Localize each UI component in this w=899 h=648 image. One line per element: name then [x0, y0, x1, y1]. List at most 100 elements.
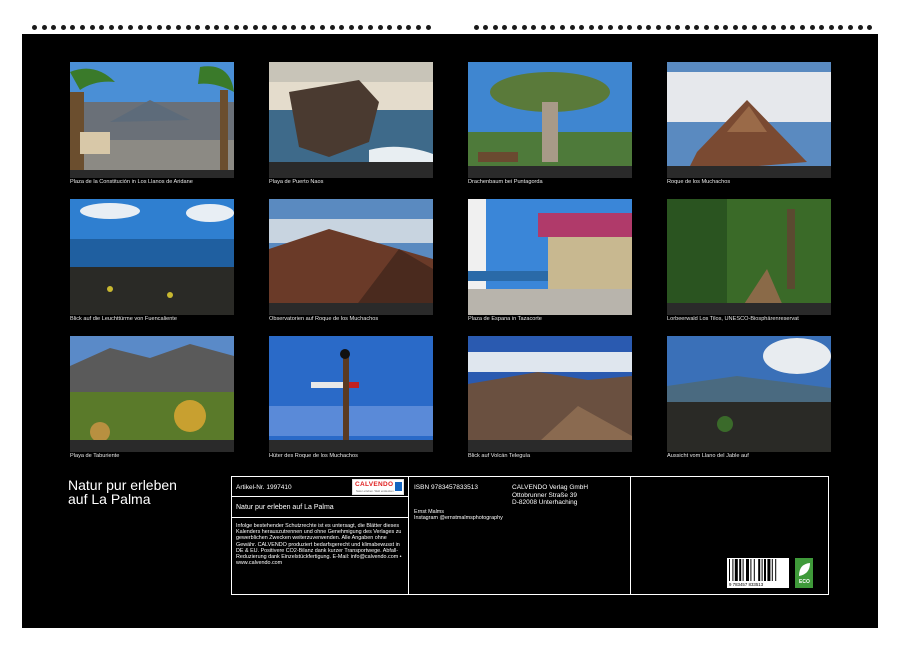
binding-hole — [282, 25, 287, 30]
binding-hole — [493, 25, 498, 30]
binding-hole — [646, 25, 651, 30]
binding-hole — [560, 25, 565, 30]
photo-plaza-espana — [468, 199, 632, 315]
photo-plaza-constitucion — [70, 62, 234, 178]
binding-hole — [474, 25, 479, 30]
binding-hole — [637, 25, 642, 30]
photo-playa-taburiente — [70, 336, 234, 452]
leaf-icon — [795, 560, 813, 580]
binding-hole — [627, 25, 632, 30]
binding-hole — [118, 25, 123, 30]
binding-hole — [675, 25, 680, 30]
photo-caption: Blick auf die Leuchttürme von Fuencalien… — [70, 316, 177, 322]
barcode-bar — [775, 559, 776, 581]
photo-llano-del-jable — [667, 336, 831, 452]
author: Ernst Malms Instagram @ernstmalmsphotogr… — [414, 509, 503, 522]
photo-caption: Blick auf Volcán Teleguía — [468, 453, 530, 459]
photo-caption: Plaza de la Constitución in Los Llanos d… — [70, 179, 193, 185]
binding-hole — [819, 25, 824, 30]
binding-hole — [579, 25, 584, 30]
photo-leuchttuerme — [70, 199, 234, 315]
binding-hole — [685, 25, 690, 30]
binding-hole — [339, 25, 344, 30]
binding-hole — [291, 25, 296, 30]
binding-hole — [349, 25, 354, 30]
binding-hole — [358, 25, 363, 30]
binding-hole — [99, 25, 104, 30]
binding-hole — [666, 25, 671, 30]
barcode-bar — [735, 559, 738, 581]
binding-hole — [147, 25, 152, 30]
binding-hole — [762, 25, 767, 30]
binding-hole — [752, 25, 757, 30]
barcode-bar — [762, 559, 763, 581]
binding-hole — [694, 25, 699, 30]
binding-hole — [61, 25, 66, 30]
binding-hole — [90, 25, 95, 30]
publisher-line: D-82008 Unterhaching — [512, 499, 588, 507]
binding-hole — [790, 25, 795, 30]
binding-hole — [51, 25, 56, 30]
binding-hole — [598, 25, 603, 30]
binding-hole — [800, 25, 805, 30]
photo-caption: Roque de los Muchachos — [667, 179, 730, 185]
binding-hole — [570, 25, 575, 30]
photo-caption: Observatorien auf Roque de los Muchachos — [269, 316, 378, 322]
isbn: ISBN 9783457833513 — [414, 484, 478, 491]
photo-caption: Aussicht vom Llano del Jable auf — [667, 453, 749, 459]
barcode-number: 9 783457 833513 — [729, 582, 763, 587]
publisher-address: CALVENDO Verlag GmbH Ottobrunner Straße … — [512, 484, 588, 507]
binding-hole — [214, 25, 219, 30]
binding-hole — [243, 25, 248, 30]
barcode-bar — [764, 559, 766, 581]
calendar-title: Natur pur erleben auf La Palma — [68, 478, 177, 506]
binding-hole — [618, 25, 623, 30]
binding-hole — [550, 25, 555, 30]
barcode-bar — [732, 559, 733, 581]
binding-hole — [397, 25, 402, 30]
binding-hole — [541, 25, 546, 30]
binding-hole — [320, 25, 325, 30]
binding-hole — [714, 25, 719, 30]
publisher-line: Ottobrunner Straße 39 — [512, 492, 588, 500]
binding-hole — [704, 25, 709, 30]
binding-hole — [502, 25, 507, 30]
photo-caption: Playa de Taburiente — [70, 453, 119, 459]
binding-hole — [138, 25, 143, 30]
info-title: Natur pur erleben auf La Palma — [236, 504, 334, 511]
photo-playa-puerto-naos — [269, 62, 433, 178]
binding-hole — [416, 25, 421, 30]
barcode-bar — [743, 559, 744, 581]
binding-hole — [128, 25, 133, 30]
binding-hole — [483, 25, 488, 30]
barcode-bar — [754, 559, 755, 581]
binding-hole — [301, 25, 306, 30]
binding-hole — [742, 25, 747, 30]
photo-caption: Playa de Puerto Naos — [269, 179, 323, 185]
photo-caption: Hüter des Roque de los Muchachos — [269, 453, 358, 459]
binding-hole — [80, 25, 85, 30]
barcode: 9 783457 833513 — [727, 558, 789, 588]
binding-hole — [426, 25, 431, 30]
binding-hole — [512, 25, 517, 30]
binding-hole — [205, 25, 210, 30]
binding-hole — [224, 25, 229, 30]
binding-hole — [387, 25, 392, 30]
calvendo-logo: CALVENDO Natur erleben. Welt entdecken. — [352, 479, 404, 495]
binding-hole — [733, 25, 738, 30]
barcode-bar — [750, 559, 751, 581]
binding-hole — [771, 25, 776, 30]
binding-hole — [867, 25, 872, 30]
divider — [231, 496, 408, 497]
photo-roque-muchachos — [667, 62, 831, 178]
binding-hole — [858, 25, 863, 30]
barcode-bar — [758, 559, 760, 581]
photo-caption: Drachenbaum bei Puntagorda — [468, 179, 543, 185]
binding-hole — [262, 25, 267, 30]
photo-volcan-teleguia — [468, 336, 632, 452]
photo-caption: Lorbeerwald Los Tilos, UNESCO-Biosphären… — [667, 316, 799, 322]
barcode-bar — [767, 559, 770, 581]
legal-text: Infolge bestehender Schutzrechte ist es … — [236, 523, 404, 566]
artikel-nr: Artikel-Nr. 1997410 — [236, 484, 292, 491]
binding-hole — [522, 25, 527, 30]
